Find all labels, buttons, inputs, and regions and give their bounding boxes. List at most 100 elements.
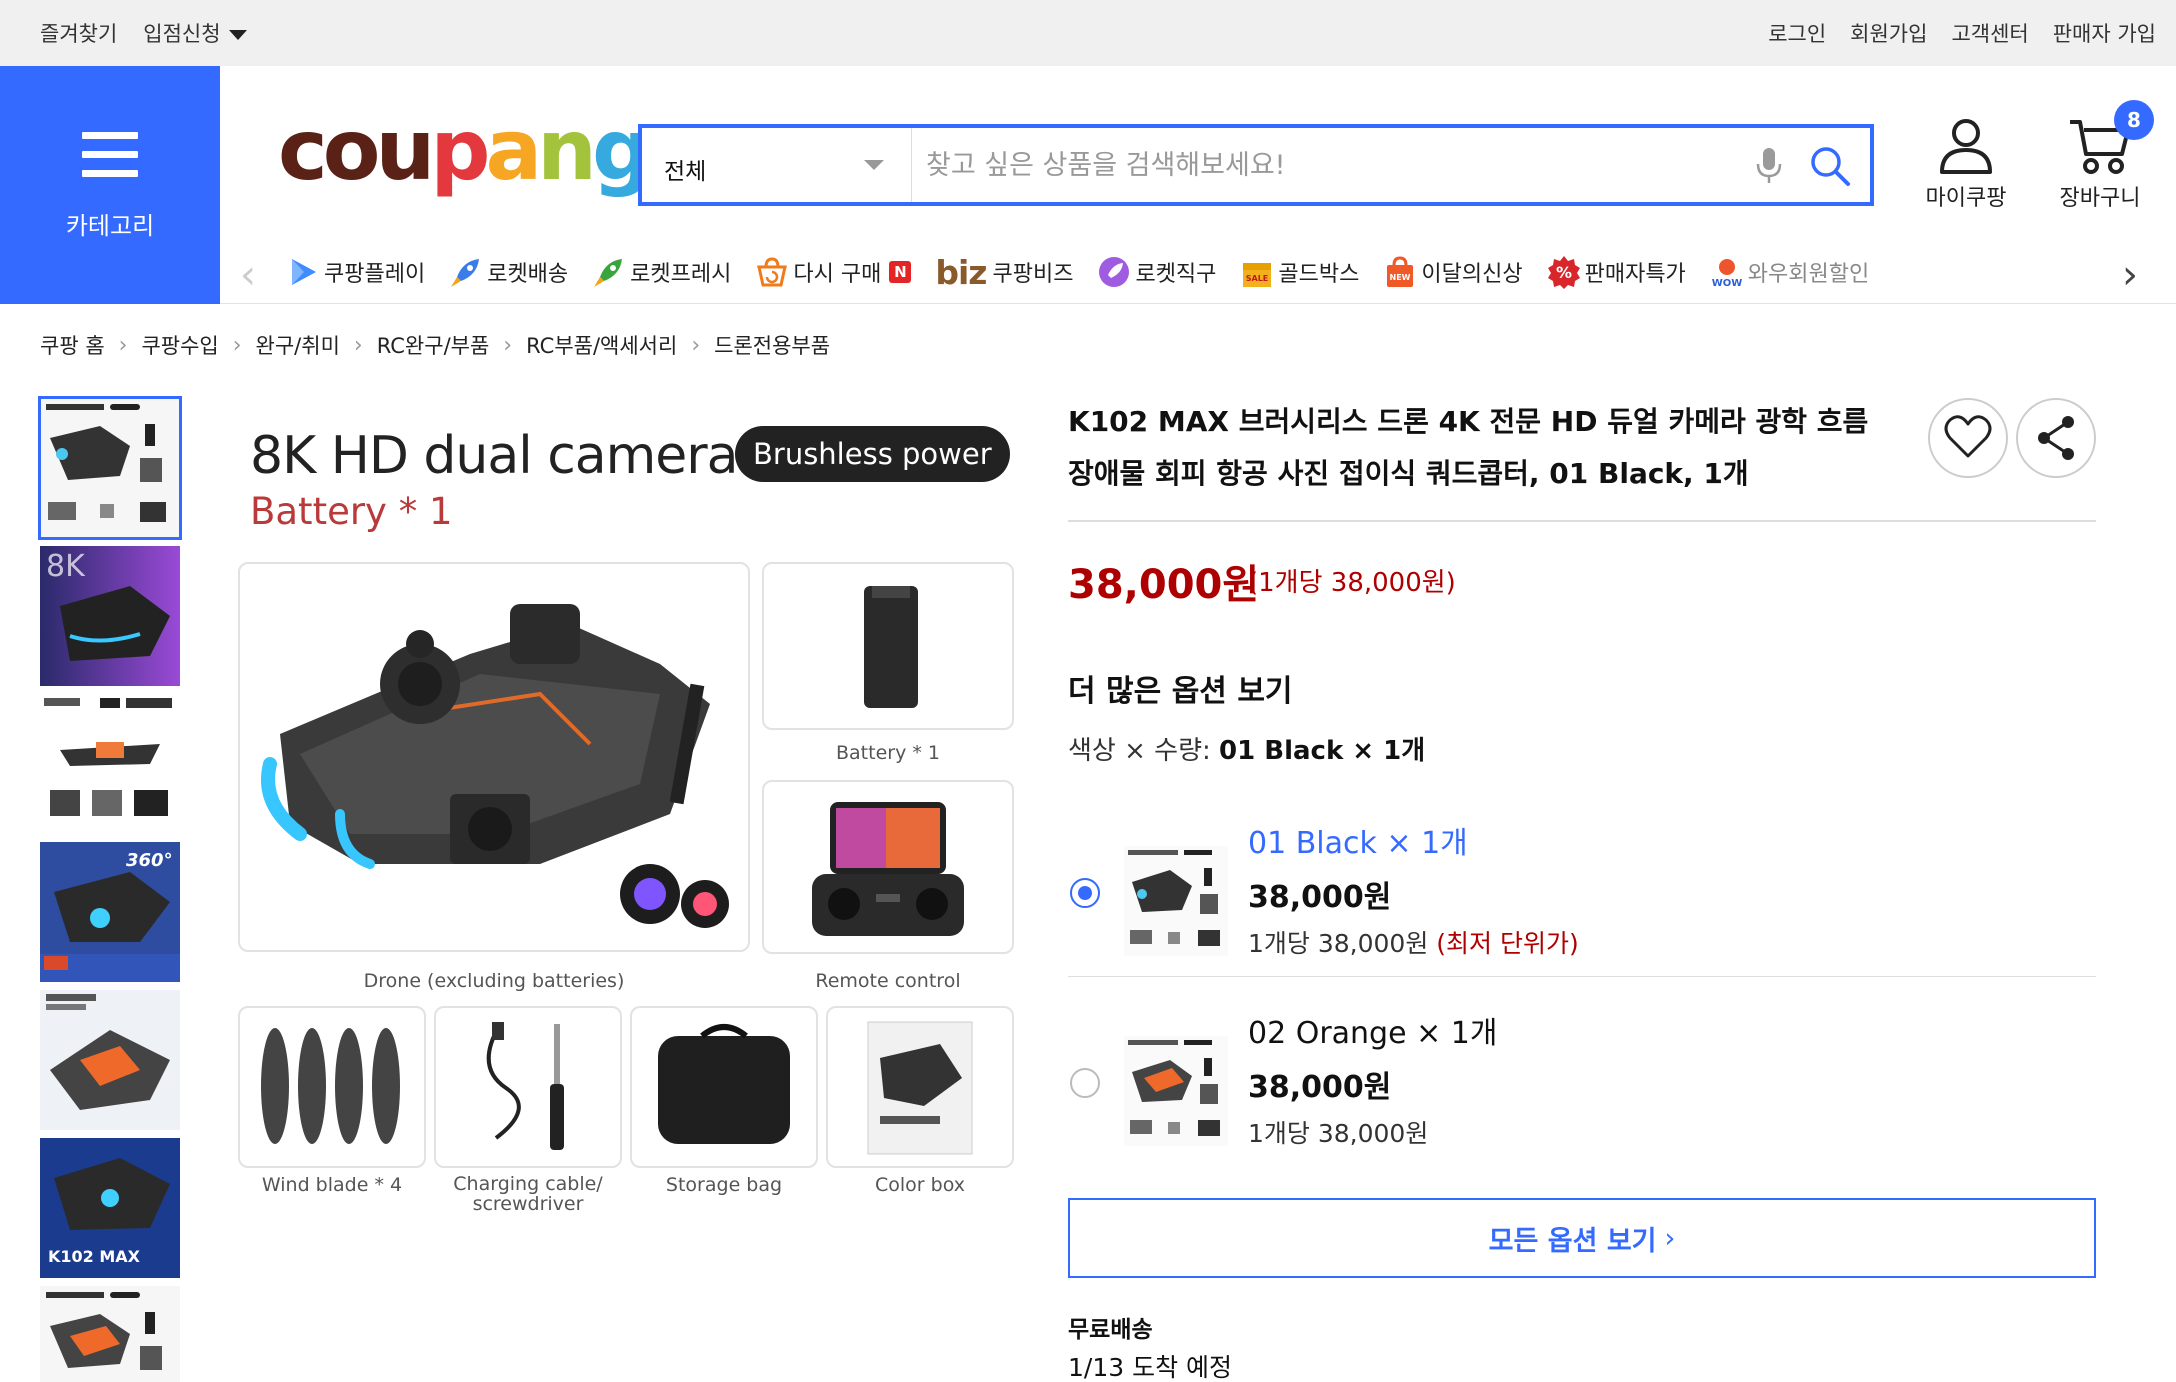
chevron-right-icon: ›	[691, 332, 701, 358]
breadcrumb-item[interactable]: RC완구/부품	[377, 330, 490, 360]
product-price: 38,000원	[1068, 562, 1260, 608]
shortcut-label: 쿠팡플레이	[324, 262, 426, 287]
option-name: 01 Black × 1개	[1248, 826, 1468, 861]
cart-label: 장바구니	[2059, 186, 2141, 211]
thumbnail-5[interactable]	[40, 990, 180, 1130]
breadcrumb-item[interactable]: 드론전용부품	[714, 330, 830, 360]
cart-button[interactable]: 8 장바구니	[2052, 100, 2154, 212]
share-icon	[2038, 416, 2074, 460]
drone-panel	[238, 562, 750, 952]
search-scope-label: 전체	[664, 159, 707, 185]
bookmark-link[interactable]: 즐겨찾기	[40, 18, 117, 48]
microphone-icon[interactable]	[1754, 146, 1784, 186]
breadcrumb-item[interactable]: 쿠팡수입	[141, 330, 218, 360]
remote-panel	[762, 780, 1014, 954]
seller-join-link[interactable]: 판매자 가입	[2053, 18, 2156, 48]
thumbnail-7[interactable]	[40, 1286, 180, 1382]
shortcut-monthly-new[interactable]: NEW 이달의신상	[1383, 255, 1523, 289]
share-button[interactable]	[2016, 398, 2096, 478]
breadcrumb: 쿠팡 홈 › 쿠팡수입 › 완구/취미 › RC완구/부품 › RC부품/액세서리 › 드…	[40, 330, 830, 360]
logo-part: cou	[278, 101, 435, 199]
shortcut-label: 다시 구매	[793, 262, 882, 287]
arrival-estimate: 1/13 도착 예정	[1068, 1353, 1233, 1382]
rocket-fresh-icon	[594, 259, 623, 287]
logo-part: a	[485, 101, 542, 199]
heart-icon	[1944, 415, 1992, 458]
shortcut-rocket-fresh[interactable]: 로켓프레시	[592, 255, 731, 289]
my-coupang-button[interactable]: 마이쿠팡	[1918, 116, 2014, 212]
cable-illustration	[486, 1022, 564, 1150]
breadcrumb-item[interactable]: 쿠팡 홈	[40, 330, 105, 360]
unit-price: (1개당 38,000원)	[1248, 568, 1456, 598]
login-link[interactable]: 로그인	[1768, 18, 1826, 48]
lowest-unit-price-tag: (최저 단위가)	[1436, 929, 1579, 958]
shortcut-coupang-play[interactable]: 쿠팡플레이	[286, 255, 425, 289]
colorbox-panel	[826, 1006, 1014, 1168]
search-icon[interactable]	[1808, 144, 1852, 188]
seller-apply-menu[interactable]: 입점신청	[143, 18, 247, 48]
new-bag-icon: NEW	[1387, 256, 1414, 287]
shortcut-label: 판매자특가	[1584, 262, 1686, 287]
svg-text:NEW: NEW	[1390, 273, 1411, 282]
thumbnail-4[interactable]: 360°	[40, 842, 180, 982]
svg-text:360°: 360°	[126, 850, 173, 871]
battery-illustration	[864, 586, 918, 708]
thumbnail-3[interactable]	[40, 694, 180, 834]
customer-center-link[interactable]: 고객센터	[1951, 18, 2028, 48]
thumbnail-1[interactable]	[38, 396, 182, 540]
option-radio[interactable]	[1070, 1068, 1100, 1098]
new-badge: N	[889, 261, 912, 283]
colorbox-illustration	[867, 1021, 973, 1155]
more-options-heading: 더 많은 옵션 보기	[1068, 674, 1293, 709]
breadcrumb-item[interactable]: 완구/취미	[256, 330, 340, 360]
chevron-left-icon[interactable]: ‹	[240, 252, 256, 298]
search-scope-select[interactable]: 전체	[642, 128, 912, 202]
breadcrumb-item[interactable]: RC부품/액세서리	[526, 330, 677, 360]
category-menu-button[interactable]: 카테고리	[0, 66, 220, 304]
shortcut-label: 쿠팡비즈	[992, 262, 1074, 287]
chevron-right-icon: ›	[353, 332, 363, 358]
shortcut-seller-deals[interactable]: % 판매자특가	[1547, 255, 1686, 289]
image-headline: 8K HD dual camera	[250, 426, 739, 486]
search-bar: 전체	[638, 124, 1874, 206]
caption-cable: Charging cable/ screwdriver	[453, 1173, 603, 1215]
my-coupang-label: 마이쿠팡	[1925, 186, 2007, 211]
option-name: 02 Orange × 1개	[1248, 1016, 1498, 1051]
option-radio-selected[interactable]	[1070, 878, 1100, 908]
shortcut-goldbox[interactable]: SALE 골드박스	[1240, 255, 1359, 289]
svg-text:K102 MAX: K102 MAX	[48, 1247, 141, 1266]
blade-panel	[238, 1006, 426, 1168]
user-icon	[1940, 119, 1992, 174]
combo-label: 색상 × 수량:	[1068, 736, 1211, 766]
shortcut-wow-discount[interactable]: WOW 와우회원할인	[1710, 255, 1869, 289]
chevron-right-icon[interactable]: ›	[2122, 252, 2138, 298]
main-product-image[interactable]: 8K HD dual camera Brushless power Batter…	[230, 396, 1030, 1236]
product-title: K102 MAX 브러시리스 드론 4K 전문 HD 듀얼 카메라 광학 흐름 …	[1068, 405, 1869, 490]
category-shortcut-bar: ‹ 쿠팡플레이 로켓배송 로켓프레시 다시 구매 N biz 쿠팡비즈 로켓직구…	[220, 240, 2176, 304]
shortcut-rocket-global[interactable]: 로켓직구	[1097, 255, 1216, 289]
goldbox-icon: SALE	[1243, 263, 1272, 287]
signup-link[interactable]: 회원가입	[1850, 18, 1927, 48]
option-row-black[interactable]: 01 Black × 1개 38,000원 1개당 38,000원 (최저 단위…	[1068, 810, 2096, 990]
selected-combination: 색상 × 수량: 01 Black × 1개	[1068, 730, 1425, 767]
option-row-orange[interactable]: 02 Orange × 1개 38,000원 1개당 38,000원	[1068, 1000, 2096, 1180]
caption-box: Color box	[875, 1174, 965, 1196]
search-input[interactable]	[926, 142, 1726, 188]
wow-icon: WOW	[1712, 259, 1743, 289]
shortcut-rocket-delivery[interactable]: 로켓배송	[449, 255, 568, 289]
thumbnail-6[interactable]: K102 MAX	[40, 1138, 180, 1278]
rocket-global-icon	[1099, 257, 1130, 287]
all-options-button[interactable]: 모든 옵션 보기 ›	[1068, 1198, 2096, 1278]
bag-illustration	[658, 1024, 790, 1144]
category-label: 카테고리	[65, 212, 155, 240]
coupang-logo[interactable]: coupang	[278, 108, 652, 192]
option-price: 38,000원	[1248, 880, 1392, 915]
shortcut-coupang-biz[interactable]: biz 쿠팡비즈	[935, 253, 1073, 292]
option-thumbnail	[1124, 1036, 1228, 1146]
shortcut-reorder[interactable]: 다시 구매 N	[755, 255, 912, 289]
wishlist-button[interactable]	[1928, 398, 2008, 478]
thumbnail-2[interactable]: 8K	[40, 546, 180, 686]
shortcut-label: 로켓직구	[1135, 262, 1217, 287]
svg-text:WOW: WOW	[1712, 278, 1743, 289]
caret-down-icon	[864, 160, 884, 170]
